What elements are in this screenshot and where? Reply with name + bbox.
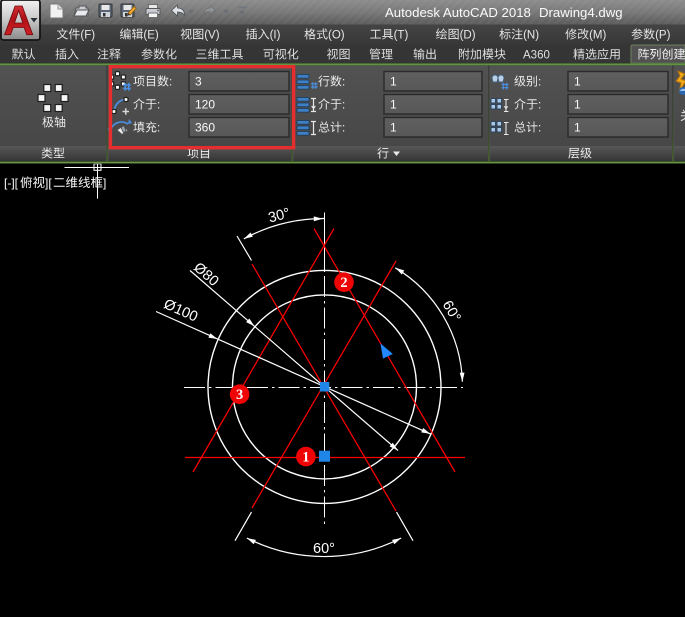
svg-text:(P): (P): [655, 30, 671, 42]
svg-text:Autodesk AutoCAD 2018: Autodesk AutoCAD 2018: [385, 5, 531, 20]
svg-text:(M): (M): [589, 30, 606, 42]
svg-text:Drawing4.dwg: Drawing4.dwg: [539, 5, 623, 20]
svg-text:A: A: [4, 0, 34, 44]
svg-text:3: 3: [236, 387, 243, 403]
svg-text:120: 120: [195, 98, 215, 112]
svg-text:[-][: [-][: [4, 176, 19, 190]
svg-text::: :: [342, 77, 345, 89]
svg-text:1: 1: [390, 98, 397, 112]
svg-text:1: 1: [574, 75, 581, 89]
svg-text::: :: [538, 123, 541, 135]
svg-text:60°: 60°: [313, 541, 335, 557]
svg-text:(D): (D): [460, 30, 476, 42]
svg-text:(T): (T): [394, 30, 409, 42]
svg-text:3: 3: [195, 75, 202, 89]
svg-text:2: 2: [340, 275, 347, 291]
svg-text:A360: A360: [523, 50, 550, 62]
svg-text::: :: [169, 77, 172, 89]
svg-text:360: 360: [195, 121, 215, 135]
svg-text:]: ]: [103, 176, 106, 190]
svg-text:1: 1: [574, 98, 581, 112]
svg-text::: :: [157, 100, 160, 112]
svg-text::: :: [157, 123, 160, 135]
svg-text:1: 1: [390, 121, 397, 135]
svg-text:(O): (O): [328, 30, 345, 42]
svg-text:(I): (I): [270, 30, 281, 42]
svg-text:][: ][: [45, 176, 52, 190]
svg-text:1: 1: [390, 75, 397, 89]
svg-text:(E): (E): [143, 30, 159, 42]
svg-text:(V): (V): [204, 30, 220, 42]
svg-text::: :: [342, 100, 345, 112]
svg-text::: :: [538, 77, 541, 89]
svg-text:(N): (N): [523, 30, 539, 42]
svg-text:1: 1: [302, 450, 309, 466]
svg-text:(F): (F): [80, 30, 95, 42]
svg-text:1: 1: [574, 121, 581, 135]
svg-text::: :: [538, 100, 541, 112]
svg-text::: :: [342, 123, 345, 135]
